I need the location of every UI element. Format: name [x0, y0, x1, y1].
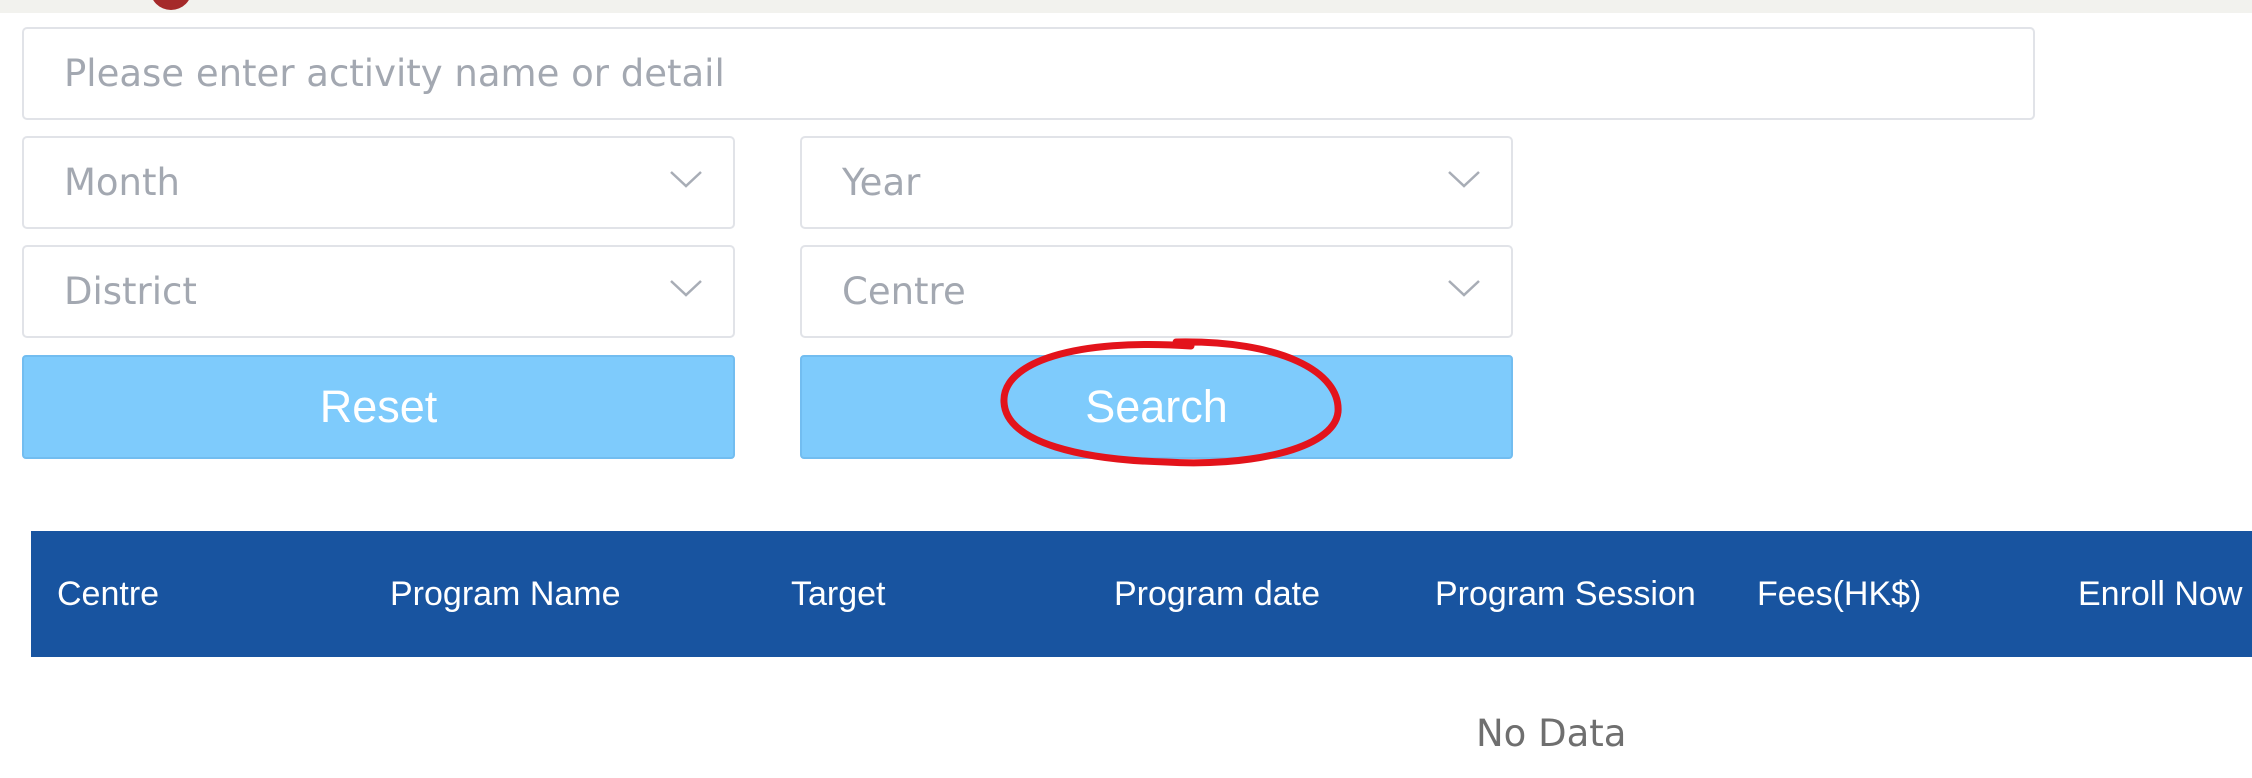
chevron-down-icon [670, 279, 702, 297]
column-header-fees: Fees(HK$) [1757, 575, 1922, 613]
table-header: Centre Program Name Target Program date … [31, 531, 2252, 657]
centre-placeholder: Centre [842, 270, 966, 313]
column-header-program-date: Program date [1114, 575, 1320, 613]
district-select[interactable]: District [22, 245, 735, 338]
column-header-program-name: Program Name [390, 575, 621, 613]
column-header-program-session: Program Session [1435, 575, 1696, 613]
search-input[interactable]: Please enter activity name or detail [22, 27, 2035, 120]
reset-label: Reset [319, 381, 438, 432]
chevron-down-icon [1448, 170, 1480, 188]
no-data-text: No Data [1476, 712, 1627, 755]
month-select[interactable]: Month [22, 136, 735, 229]
year-placeholder: Year [842, 161, 921, 204]
search-label: Search [1085, 381, 1228, 432]
chevron-down-icon [670, 170, 702, 188]
search-button[interactable]: Search [800, 355, 1513, 459]
top-strip [0, 0, 2252, 13]
chevron-down-icon [1448, 279, 1480, 297]
column-header-target: Target [791, 575, 886, 613]
month-placeholder: Month [64, 161, 180, 204]
column-header-centre: Centre [57, 575, 160, 613]
centre-select[interactable]: Centre [800, 245, 1513, 338]
year-select[interactable]: Year [800, 136, 1513, 229]
search-placeholder: Please enter activity name or detail [64, 52, 725, 95]
reset-button[interactable]: Reset [22, 355, 735, 459]
column-header-enroll-now: Enroll Now [2078, 575, 2243, 613]
district-placeholder: District [64, 270, 197, 313]
